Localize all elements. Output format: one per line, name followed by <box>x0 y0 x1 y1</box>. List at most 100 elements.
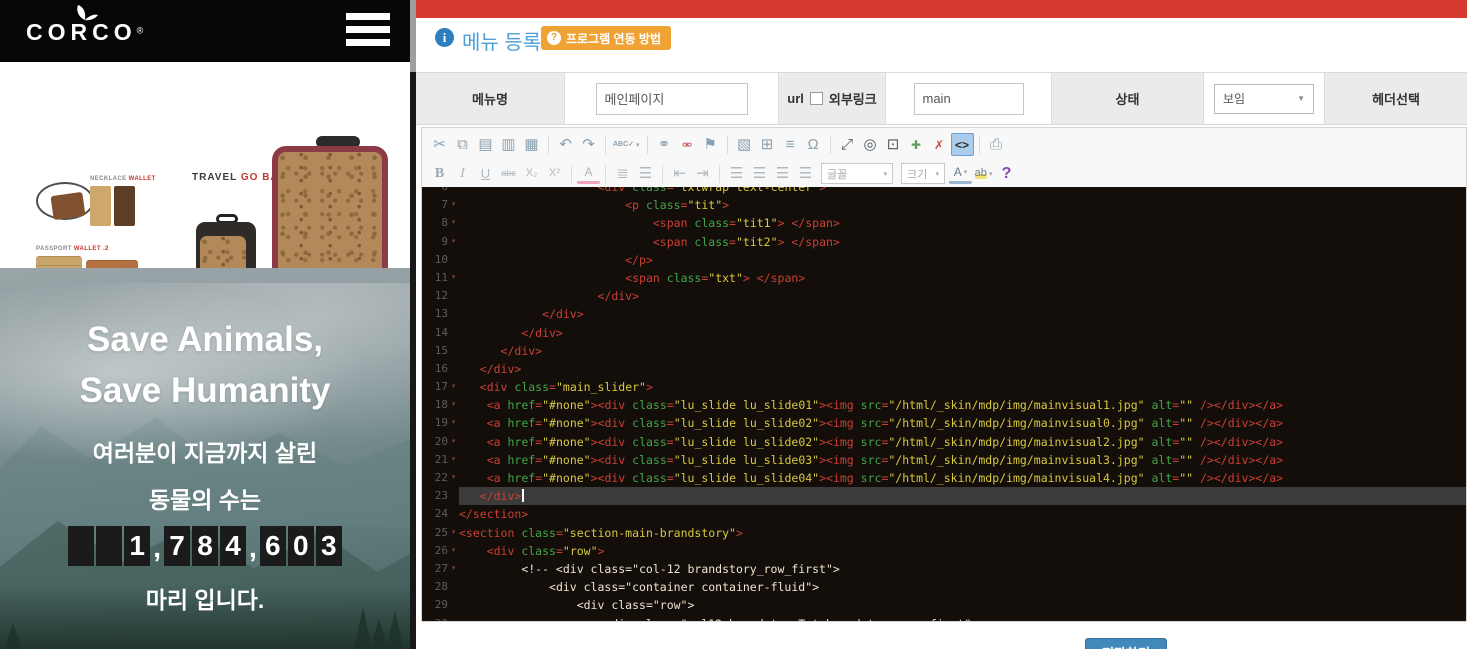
counter-comma: , <box>153 530 161 566</box>
bubble-add-icon[interactable]: ✚ <box>905 133 928 156</box>
code-line-16[interactable]: 16 </div> <box>422 360 1466 378</box>
find-icon[interactable]: ◎ <box>859 133 882 156</box>
code-line-7[interactable]: 7▾ <p class="tit"> <box>422 196 1466 214</box>
header-select-label: 헤더선택 <box>1372 89 1420 108</box>
external-link-label: 외부링크 <box>829 89 877 108</box>
code-line-24[interactable]: 24</section> <box>422 505 1466 523</box>
special-char-icon[interactable]: Ω <box>802 133 825 156</box>
counter-comma: , <box>249 530 257 566</box>
code-line-12[interactable]: 12 </div> <box>422 287 1466 305</box>
paste-text-icon[interactable]: ▥ <box>497 133 520 156</box>
unordered-list-icon[interactable]: ☰ <box>634 162 657 185</box>
code-line-6[interactable]: 6▾ <div class="txtwrap text-center"> <box>422 187 1466 196</box>
align-center-icon[interactable]: ☰ <box>748 162 771 185</box>
paste-word-icon[interactable]: ▦ <box>520 133 543 156</box>
chevron-down-icon: ▼ <box>1297 94 1305 103</box>
undo-icon[interactable]: ↶ <box>554 133 577 156</box>
spellcheck-icon[interactable]: ABC✓▾ <box>611 133 642 156</box>
align-right-icon[interactable]: ☰ <box>771 162 794 185</box>
counter-digit <box>68 526 94 566</box>
font-dropdown[interactable]: 글꼴▾ <box>821 163 893 184</box>
status-select-value: 보임 <box>1223 90 1245 107</box>
product-slide: NECKLACE WALLET TRAVEL GO BAG PASSPORT W… <box>0 62 410 268</box>
toolbar-separator <box>605 136 606 154</box>
code-line-15[interactable]: 15 </div> <box>422 342 1466 360</box>
hamburger-menu-icon[interactable] <box>346 13 390 49</box>
code-line-17[interactable]: 17▾ <div class="main_slider"> <box>422 378 1466 396</box>
underline-icon[interactable]: U <box>474 162 497 185</box>
link-icon[interactable]: ⚭ <box>653 133 676 156</box>
code-line-30[interactable]: 30 <div class="col12 brandstoryTxt brand… <box>422 615 1466 623</box>
strike-icon[interactable]: abc <box>497 162 520 185</box>
text-color-icon[interactable]: A▾ <box>949 164 972 184</box>
code-line-29[interactable]: 29 <div class="row"> <box>422 596 1466 614</box>
bg-color-icon[interactable]: ab▾ <box>972 162 995 185</box>
toolbar-separator <box>605 165 606 183</box>
unlink-icon[interactable]: ⚮ <box>676 133 699 156</box>
code-line-28[interactable]: 28 <div class="container container-fluid… <box>422 578 1466 596</box>
help-icon[interactable]: ? <box>995 162 1018 185</box>
align-left-icon[interactable]: ☰ <box>725 162 748 185</box>
anchor-icon[interactable]: ⚑ <box>699 133 722 156</box>
code-line-11[interactable]: 11▾ <span class="txt"> </span> <box>422 269 1466 287</box>
select-all-icon[interactable]: ⊡ <box>882 133 905 156</box>
toolbar-separator <box>571 165 572 183</box>
toolbar-separator <box>830 136 831 154</box>
code-line-21[interactable]: 21▾ <a href="#none"><div class="lu_slide… <box>422 451 1466 469</box>
copy-icon[interactable]: ⧉ <box>451 133 474 156</box>
hline-icon[interactable]: ≡ <box>779 133 802 156</box>
code-line-25[interactable]: 25▾<section class="section-main-brandsto… <box>422 524 1466 542</box>
ordered-list-icon[interactable]: ≣ <box>611 162 634 185</box>
url-input[interactable] <box>914 83 1024 115</box>
program-link-help-badge[interactable]: ? 프로그램 연동 방법 <box>541 26 671 50</box>
image-icon[interactable]: ▧ <box>733 133 756 156</box>
paste-icon[interactable]: ▤ <box>474 133 497 156</box>
code-line-22[interactable]: 22▾ <a href="#none"><div class="lu_slide… <box>422 469 1466 487</box>
justify-icon[interactable]: ☰ <box>794 162 817 185</box>
code-line-13[interactable]: 13 </div> <box>422 305 1466 323</box>
code-line-20[interactable]: 20▾ <a href="#none"><div class="lu_slide… <box>422 433 1466 451</box>
cut-icon[interactable]: ✂ <box>428 133 451 156</box>
site-header: CORCO® <box>0 0 410 62</box>
info-icon: i <box>435 28 454 47</box>
status-select[interactable]: 보임 ▼ <box>1214 84 1314 114</box>
code-lines: 6▾ <div class="txtwrap text-center">7▾ <… <box>422 187 1466 622</box>
superscript-icon[interactable]: X² <box>543 162 566 185</box>
code-line-27[interactable]: 27▾ <!-- <div class="col-12 brandstory_r… <box>422 560 1466 578</box>
source-button[interactable]: <> <box>951 133 974 156</box>
animal-counter: 1,784,603 <box>0 526 410 566</box>
brand-name: CORCO <box>26 19 137 45</box>
print-icon[interactable]: ⎙ <box>985 133 1008 156</box>
subscript-icon[interactable]: X₂ <box>520 162 543 185</box>
source-code-editor[interactable]: 6▾ <div class="txtwrap text-center">7▾ <… <box>421 187 1467 622</box>
remove-format-icon[interactable]: A <box>577 164 600 184</box>
save-button[interactable]: 저장하기 <box>1085 638 1167 649</box>
code-line-18[interactable]: 18▾ <a href="#none"><div class="lu_slide… <box>422 396 1466 414</box>
table-icon[interactable]: ⊞ <box>756 133 779 156</box>
outdent-icon[interactable]: ⇤ <box>668 162 691 185</box>
hero-title-1: Save Animals, <box>0 320 410 360</box>
text-cursor <box>522 489 524 502</box>
site-logo[interactable]: CORCO® <box>26 4 143 46</box>
maximize-icon[interactable]: ⤢ <box>836 133 859 156</box>
url-label: url <box>787 91 804 106</box>
code-line-10[interactable]: 10 </p> <box>422 251 1466 269</box>
code-line-19[interactable]: 19▾ <a href="#none"><div class="lu_slide… <box>422 414 1466 432</box>
indent-icon[interactable]: ⇥ <box>691 162 714 185</box>
status-label: 상태 <box>1116 89 1140 108</box>
code-line-14[interactable]: 14 </div> <box>422 324 1466 342</box>
code-line-26[interactable]: 26▾ <div class="row"> <box>422 542 1466 560</box>
size-dropdown[interactable]: 크기▾ <box>901 163 945 184</box>
bubble-remove-icon[interactable]: ✗ <box>928 133 951 156</box>
counter-digit: 4 <box>220 526 246 566</box>
redo-icon[interactable]: ↷ <box>577 133 600 156</box>
external-link-checkbox[interactable] <box>810 92 823 105</box>
italic-icon[interactable]: I <box>451 162 474 185</box>
menu-name-input[interactable] <box>596 83 748 115</box>
admin-header: i 메뉴 등록 ? 프로그램 연동 방법 <box>416 18 1467 72</box>
toolbar-separator <box>727 136 728 154</box>
code-line-23[interactable]: 23 </div> <box>422 487 1466 505</box>
code-line-8[interactable]: 8▾ <span class="tit1"> </span> <box>422 214 1466 232</box>
code-line-9[interactable]: 9▾ <span class="tit2"> </span> <box>422 233 1466 251</box>
bold-icon[interactable]: B <box>428 162 451 185</box>
